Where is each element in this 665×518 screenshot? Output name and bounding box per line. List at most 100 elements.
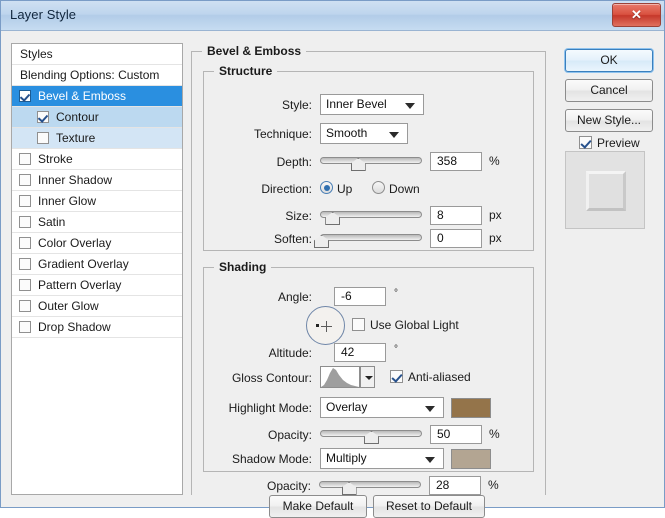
shading-group-title: Shading: [214, 260, 272, 274]
preview-checkbox[interactable]: [579, 136, 592, 149]
highlight-opacity-unit: %: [489, 427, 500, 441]
angle-input[interactable]: -6: [334, 287, 386, 306]
technique-dropdown[interactable]: Smooth: [320, 123, 408, 144]
style-item-texture[interactable]: Texture: [12, 128, 182, 149]
chevron-down-icon: [389, 132, 399, 138]
style-item-label: Texture: [56, 131, 96, 145]
depth-slider[interactable]: [320, 154, 422, 171]
shadow-opacity-slider[interactable]: [319, 478, 421, 495]
style-item-gradient-overlay[interactable]: Gradient Overlay: [12, 254, 182, 275]
shadow-mode-label: Shadow Mode:: [231, 452, 312, 466]
use-global-light-checkbox[interactable]: [352, 318, 365, 331]
style-item-inner-glow[interactable]: Inner Glow: [12, 191, 182, 212]
close-button[interactable]: ✕: [612, 3, 661, 27]
soften-input[interactable]: 0: [430, 229, 482, 248]
style-item-label: Bevel & Emboss: [38, 89, 127, 103]
preview-label: Preview: [597, 136, 640, 150]
checkbox-color-overlay[interactable]: [19, 237, 31, 249]
size-slider[interactable]: [320, 208, 422, 225]
new-style-button[interactable]: New Style...: [565, 109, 653, 132]
layer-style-dialog: Layer Style ✕ Styles Blending Options: C…: [0, 0, 665, 518]
soften-slider-track: [320, 234, 422, 241]
blending-options-item[interactable]: Blending Options: Custom: [12, 65, 182, 86]
checkbox-inner-shadow[interactable]: [19, 174, 31, 186]
use-global-light-label: Use Global Light: [370, 318, 459, 332]
depth-label: Depth:: [276, 155, 312, 169]
chevron-down-icon: [405, 103, 415, 109]
style-item-inner-shadow[interactable]: Inner Shadow: [12, 170, 182, 191]
style-item-drop-shadow[interactable]: Drop Shadow: [12, 317, 182, 338]
soften-slider[interactable]: [314, 231, 422, 248]
styles-panel: Styles Blending Options: Custom Bevel & …: [11, 43, 183, 495]
style-item-label: Stroke: [38, 152, 73, 166]
technique-dropdown-value: Smooth: [326, 126, 368, 140]
checkbox-inner-glow[interactable]: [19, 195, 31, 207]
main-panel: Bevel & Emboss Structure Style: Inner Be…: [191, 43, 546, 518]
anti-aliased-label: Anti-aliased: [408, 370, 471, 384]
style-item-label: Drop Shadow: [38, 320, 111, 334]
shadow-opacity-input[interactable]: 28: [429, 476, 481, 495]
direction-up-label: Up: [337, 182, 353, 196]
altitude-unit: °: [394, 344, 398, 355]
style-item-stroke[interactable]: Stroke: [12, 149, 182, 170]
anti-aliased-checkbox[interactable]: [390, 370, 403, 383]
checkbox-bevel-emboss[interactable]: [19, 90, 31, 102]
size-label: Size:: [285, 209, 312, 223]
angle-dial-crosshair-icon: [320, 320, 332, 332]
style-dropdown[interactable]: Inner Bevel: [320, 94, 424, 115]
gloss-contour-dropdown[interactable]: [360, 366, 375, 388]
angle-dial[interactable]: [306, 306, 345, 345]
shadow-color-swatch[interactable]: [451, 449, 491, 469]
checkbox-gradient-overlay[interactable]: [19, 258, 31, 270]
size-unit: px: [489, 208, 502, 222]
highlight-mode-value: Overlay: [326, 400, 368, 414]
styles-header: Styles: [12, 44, 182, 65]
highlight-opacity-input[interactable]: 50: [430, 425, 482, 444]
checkbox-outer-glow[interactable]: [19, 300, 31, 312]
direction-up-radio[interactable]: [320, 181, 333, 194]
direction-down-radio[interactable]: [372, 181, 385, 194]
make-default-button[interactable]: Make Default: [269, 495, 367, 518]
checkbox-texture[interactable]: [37, 132, 49, 144]
shadow-mode-dropdown[interactable]: Multiply: [320, 448, 444, 469]
style-item-label: Inner Shadow: [38, 173, 113, 187]
ok-button[interactable]: OK: [565, 49, 653, 72]
highlight-mode-dropdown[interactable]: Overlay: [320, 397, 444, 418]
checkbox-contour[interactable]: [37, 111, 49, 123]
shadow-opacity-label: Opacity:: [266, 479, 311, 493]
style-item-pattern-overlay[interactable]: Pattern Overlay: [12, 275, 182, 296]
chevron-down-icon: [425, 457, 435, 463]
style-item-label: Outer Glow: [38, 299, 99, 313]
chevron-down-icon: [425, 406, 435, 412]
window-title: Layer Style: [10, 7, 77, 22]
style-item-outer-glow[interactable]: Outer Glow: [12, 296, 182, 317]
style-item-color-overlay[interactable]: Color Overlay: [12, 233, 182, 254]
highlight-opacity-slider[interactable]: [320, 427, 422, 444]
soften-label: Soften:: [273, 232, 312, 246]
size-input[interactable]: 8: [430, 206, 482, 225]
angle-dial-dot: [316, 324, 319, 327]
style-item-contour[interactable]: Contour: [12, 107, 182, 128]
reset-to-default-button[interactable]: Reset to Default: [373, 495, 485, 518]
cancel-button[interactable]: Cancel: [565, 79, 653, 102]
title-bar[interactable]: Layer Style ✕: [1, 1, 664, 31]
direction-down-label: Down: [389, 182, 420, 196]
style-item-bevel-emboss[interactable]: Bevel & Emboss: [12, 86, 182, 107]
technique-label: Technique:: [253, 127, 312, 141]
checkbox-pattern-overlay[interactable]: [19, 279, 31, 291]
checkbox-drop-shadow[interactable]: [19, 321, 31, 333]
gloss-contour-thumbnail[interactable]: [320, 366, 360, 388]
angle-label: Angle:: [277, 290, 312, 304]
altitude-input[interactable]: 42: [334, 343, 386, 362]
checkbox-stroke[interactable]: [19, 153, 31, 165]
style-item-satin[interactable]: Satin: [12, 212, 182, 233]
dialog-body: Styles Blending Options: Custom Bevel & …: [1, 31, 664, 518]
highlight-color-swatch[interactable]: [451, 398, 491, 418]
style-item-label: Contour: [56, 110, 99, 124]
depth-unit: %: [489, 154, 500, 168]
checkbox-satin[interactable]: [19, 216, 31, 228]
depth-input[interactable]: 358: [430, 152, 482, 171]
style-item-label: Color Overlay: [38, 236, 112, 250]
gloss-contour-curve-icon: [321, 368, 359, 387]
gloss-contour-label: Gloss Contour:: [231, 371, 312, 385]
